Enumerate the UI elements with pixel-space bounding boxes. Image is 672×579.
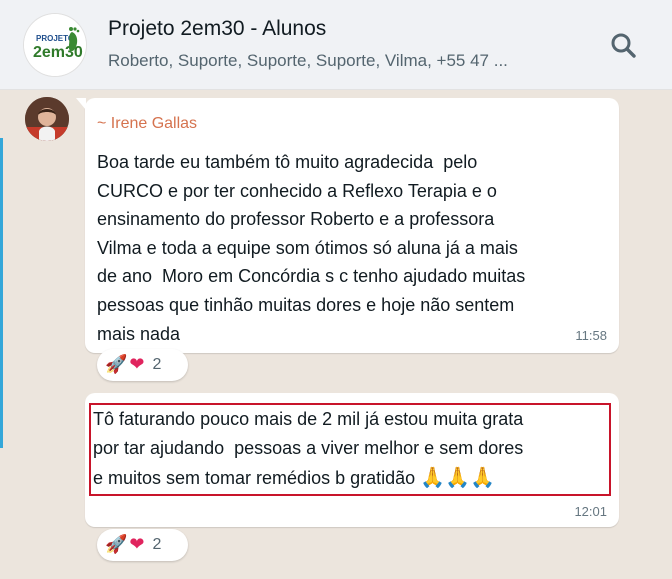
message-bubble[interactable]: Tô faturando pouco mais de 2 mil já esto…	[85, 393, 619, 527]
reactions-pill[interactable]: 🚀 ❤ 2	[97, 529, 188, 561]
message-text: Boa tarde eu também tô muito agradecida …	[97, 152, 526, 344]
bubble-tail	[76, 98, 86, 110]
project-logo-icon: PROJETO 2em30	[24, 14, 86, 76]
message-text: Tô faturando pouco mais de 2 mil já esto…	[93, 409, 524, 489]
message-time: 12:01	[574, 504, 607, 519]
rocket-icon: 🚀	[105, 354, 128, 375]
scroll-edge-indicator	[0, 138, 3, 448]
heart-icon: ❤	[129, 534, 145, 555]
chat-participants[interactable]: Roberto, Suporte, Suporte, Suporte, Vilm…	[108, 51, 568, 71]
reaction-count: 2	[152, 536, 162, 553]
reactions-pill[interactable]: 🚀 ❤ 2	[97, 349, 188, 381]
group-avatar[interactable]: PROJETO 2em30	[24, 14, 86, 76]
sender-avatar[interactable]	[25, 97, 69, 141]
svg-text:PROJETO: PROJETO	[36, 34, 74, 43]
praying-hands-icon: 🙏🙏🙏	[420, 465, 495, 489]
chat-header: PROJETO 2em30 Projeto 2em30 - Alunos Rob…	[0, 0, 672, 90]
chat-title[interactable]: Projeto 2em30 - Alunos	[108, 17, 326, 41]
reaction-count: 2	[152, 356, 162, 373]
rocket-icon: 🚀	[105, 534, 128, 555]
message-list: ~ Irene Gallas Boa tarde eu também tô mu…	[0, 90, 672, 579]
sender-name[interactable]: ~ Irene Gallas	[97, 115, 197, 133]
search-icon	[611, 33, 636, 58]
message-time: 11:58	[575, 328, 607, 343]
heart-icon: ❤	[129, 354, 145, 375]
message-bubble[interactable]: ~ Irene Gallas Boa tarde eu também tô mu…	[76, 98, 619, 353]
profile-photo-icon	[25, 97, 69, 141]
search-button[interactable]	[604, 26, 644, 66]
